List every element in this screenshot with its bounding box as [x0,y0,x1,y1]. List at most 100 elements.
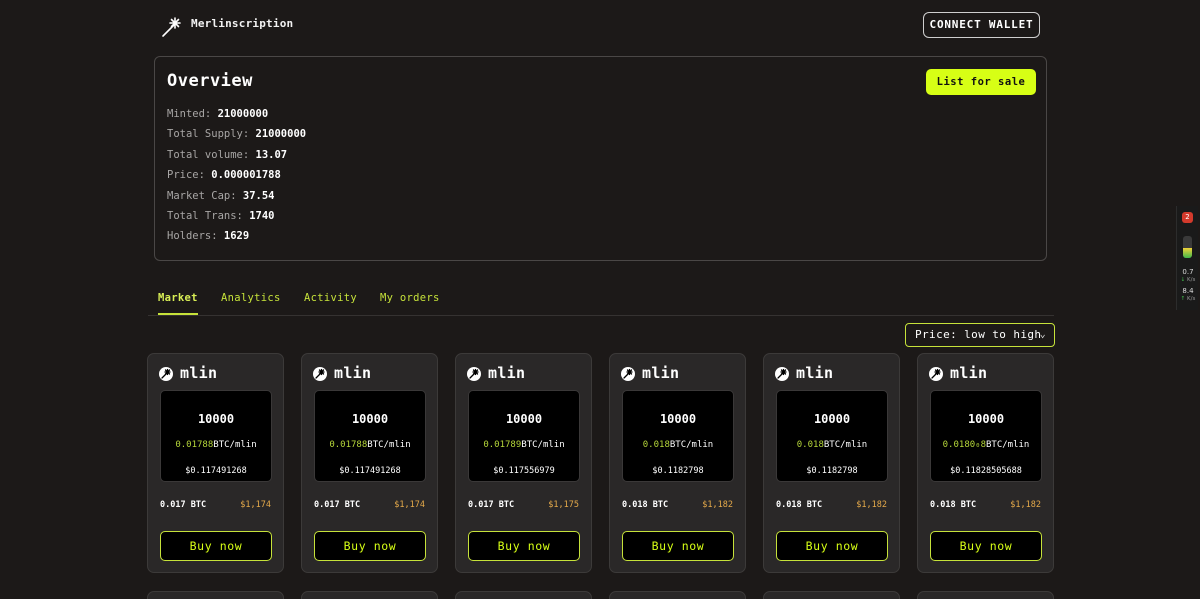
listing-details: 10000 0.0180₀8BTC/mlin $0.11828505688 [930,390,1042,482]
unit-price-usd: $0.1182798 [652,466,704,476]
tab-analytics[interactable]: Analytics [221,292,281,304]
buy-now-button[interactable]: Buy now [930,531,1042,561]
unit-price-unit: BTC/mlin [823,440,868,450]
mlin-token-icon [929,367,943,381]
token-amount: 10000 [813,412,851,426]
unit-price: 0.018BTC/mlin [623,440,733,450]
active-tab-indicator [158,313,198,315]
token-name: mlin [180,364,218,382]
listing-card: mlin 10000 0.01789BTC/mlin $0.117556979 0.01… [455,353,592,573]
stat-label: Total volume: [167,148,250,161]
sort-select[interactable]: Price: low to high ⌄ [905,323,1055,347]
upload-unit-label: K/s [1187,296,1196,302]
chevron-down-icon: ⌄ [1039,329,1046,340]
unit-price: 0.018BTC/mlin [777,440,887,450]
upload-speed: 8.4 [1182,287,1194,295]
stat-value: 1629 [223,230,250,243]
unit-price: 0.01788BTC/mlin [315,440,425,450]
listing-card: mlin 10000 0.018BTC/mlin $0.1182798 0.018 BT… [609,353,746,573]
header: Merlinscription CONNECT WALLET [158,12,1042,40]
total-usd: $1,175 [548,500,579,510]
total-btc: 0.017 BTC [314,500,361,510]
upload-unit: ↑ K/s [1180,296,1196,302]
token-name: mlin [642,364,680,382]
card-next-row [455,591,592,599]
listing-details: 10000 0.018BTC/mlin $0.1182798 [622,390,734,482]
overview-title: Overview [167,71,253,91]
token-amount: 10000 [197,412,235,426]
sort-label: Price: low to high [915,328,1042,341]
token-name: mlin [488,364,526,382]
connect-wallet-button[interactable]: CONNECT WALLET [923,12,1040,38]
total-usd: $1,182 [1010,500,1041,510]
network-speed-widget[interactable]: 2 0.7 ↓ K/s 8.4 ↑ K/s [1176,206,1198,310]
stat-value: 21000000 [255,128,307,141]
tab-market[interactable]: Market [158,292,198,304]
mlin-token-icon [621,367,635,381]
token-amount: 10000 [505,412,543,426]
listing-details: 10000 0.01789BTC/mlin $0.117556979 [468,390,580,482]
mlin-token-icon [467,367,481,381]
total-usd: $1,182 [702,500,733,510]
unit-price-value: 0.018 [642,440,670,450]
mlin-token-icon [159,367,173,381]
unit-price: 0.01789BTC/mlin [469,440,579,450]
unit-price: 0.01788BTC/mlin [161,440,271,450]
list-for-sale-button[interactable]: List for sale [926,69,1036,95]
unit-price-usd: $0.11828505688 [950,466,1022,476]
unit-price-value: 0.0180₀8 [942,440,986,450]
unit-price-usd: $0.1182798 [806,466,858,476]
buy-now-button[interactable]: Buy now [776,531,888,561]
tab-my-orders[interactable]: My orders [380,292,440,304]
card-next-row [763,591,900,599]
unit-price-unit: BTC/mlin [669,440,714,450]
buy-now-button[interactable]: Buy now [468,531,580,561]
mlin-token-icon [313,367,327,381]
download-unit: ↓ K/s [1180,277,1196,283]
card-next-row [609,591,746,599]
stat-value: 13.07 [255,148,288,161]
stat-label: Holders: [167,230,218,243]
listing-details: 10000 0.01788BTC/mlin $0.117491268 [314,390,426,482]
total-btc: 0.018 BTC [622,500,669,510]
listing-card: mlin 10000 0.01788BTC/mlin $0.117491268 0.01… [301,353,438,573]
token-name: mlin [334,364,372,382]
tab-bar: Market Analytics Activity My orders [148,288,1054,316]
total-btc: 0.017 BTC [468,500,515,510]
stat-value: 21000000 [217,108,269,120]
sparkle-logo-icon[interactable] [161,16,183,38]
buy-now-button[interactable]: Buy now [160,531,272,561]
listing-card: mlin 10000 0.01788BTC/mlin $0.117491268 0.01… [147,353,284,573]
overview-stats: Minted: 21000000 Total Supply: 21000000 … [167,108,306,251]
unit-price-unit: BTC/mlin [213,440,257,450]
download-unit-label: K/s [1187,277,1196,283]
stat-minted: Minted: 21000000 [167,108,306,128]
buy-now-button[interactable]: Buy now [314,531,426,561]
stat-value: 1740 [249,209,275,222]
token-amount: 10000 [967,412,1005,426]
card-next-row [917,591,1054,599]
unit-price: 0.0180₀8BTC/mlin [931,440,1041,450]
card-next-row [147,591,284,599]
unit-price-unit: BTC/mlin [367,440,411,450]
total-usd: $1,174 [240,500,271,510]
unit-price-usd: $0.117491268 [339,466,401,476]
unit-price-usd: $0.117491268 [185,466,247,476]
tab-activity[interactable]: Activity [304,292,357,304]
total-btc: 0.018 BTC [930,500,977,510]
total-btc: 0.017 BTC [160,500,207,510]
buy-now-button[interactable]: Buy now [622,531,734,561]
token-name: mlin [950,364,988,382]
stat-value: 0.000001788 [211,169,281,182]
total-usd: $1,174 [394,500,425,510]
level-meter-fill [1183,248,1192,258]
download-speed: 0.7 [1182,268,1194,276]
stat-value: 37.54 [242,189,275,202]
total-btc: 0.018 BTC [776,500,823,510]
token-name: mlin [796,364,834,382]
unit-price-value: 0.01789 [483,440,522,450]
brand-name[interactable]: Merlinscription [191,17,293,30]
unit-price-unit: BTC/mlin [986,440,1030,450]
token-amount: 10000 [659,412,697,426]
stat-price: Price: 0.000001788 [167,169,306,189]
